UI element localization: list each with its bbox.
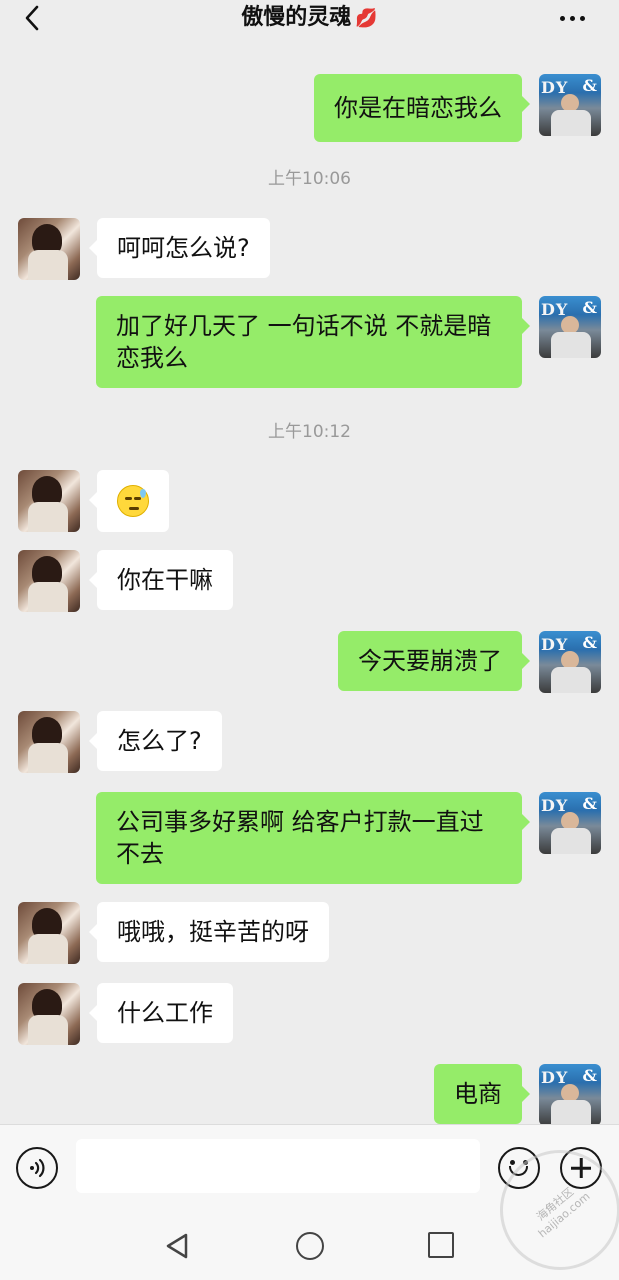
- avatar-figure: [551, 667, 591, 693]
- my-avatar[interactable]: DY &: [539, 1064, 601, 1124]
- avatar-figure: [28, 743, 68, 773]
- contact-avatar[interactable]: [18, 218, 80, 280]
- nav-recent-button[interactable]: [428, 1232, 454, 1258]
- their-message-bubble[interactable]: 呵呵怎么说?: [89, 218, 270, 278]
- chat-title: 傲慢的灵魂 💋: [0, 4, 619, 33]
- my-message-bubble[interactable]: 电商: [434, 1064, 530, 1124]
- avatar-figure: [28, 1015, 68, 1045]
- message-input-bar: [0, 1124, 619, 1212]
- avatar-text: DY: [541, 1068, 569, 1087]
- my-avatar[interactable]: DY &: [539, 631, 601, 693]
- avatar-figure: [551, 110, 591, 136]
- emoji-icon: [509, 1166, 528, 1176]
- my-message-bubble[interactable]: 公司事多好累啊 给客户打款一直过不去: [96, 792, 530, 884]
- avatar-text: &: [582, 298, 597, 317]
- emoji-icon: [523, 1160, 528, 1165]
- message-timestamp: 上午10:06: [268, 169, 351, 189]
- emoji-button[interactable]: [498, 1147, 540, 1189]
- more-button[interactable]: [555, 4, 589, 32]
- avatar-figure: [551, 828, 591, 854]
- emoji-icon: [510, 1160, 515, 1165]
- my-message-bubble[interactable]: 你是在暗恋我么: [314, 74, 530, 142]
- nav-back-button[interactable]: [164, 1232, 192, 1260]
- more-dot: [579, 15, 585, 21]
- avatar-figure: [28, 934, 68, 964]
- avatar-figure: [551, 332, 591, 358]
- system-nav-bar: [0, 1212, 619, 1280]
- chat-header: 傲慢的灵魂 💋: [0, 0, 619, 40]
- avatar-figure: [28, 502, 68, 532]
- contact-avatar[interactable]: [18, 470, 80, 532]
- voice-icon: [30, 1158, 45, 1178]
- avatar-text: DY: [541, 300, 569, 319]
- emoji-mouth: [129, 507, 139, 510]
- sweat-drop: [140, 489, 146, 498]
- contact-name: 傲慢的灵魂: [241, 5, 352, 30]
- avatar-text: &: [582, 1066, 597, 1085]
- avatar-text: DY: [541, 78, 569, 97]
- their-message-bubble[interactable]: 什么工作: [89, 983, 233, 1043]
- my-avatar[interactable]: DY &: [539, 792, 601, 854]
- contact-avatar[interactable]: [18, 711, 80, 773]
- their-message-bubble[interactable]: [89, 470, 169, 532]
- their-message-bubble[interactable]: 哦哦，挺辛苦的呀: [89, 902, 329, 962]
- contact-avatar[interactable]: [18, 550, 80, 612]
- their-message-bubble[interactable]: 你在干嘛: [89, 550, 233, 610]
- my-message-bubble[interactable]: 加了好几天了 一句话不说 不就是暗恋我么: [96, 296, 530, 388]
- avatar-figure: [551, 1100, 591, 1124]
- my-message-bubble[interactable]: 今天要崩溃了: [338, 631, 530, 691]
- lips-icon: 💋: [355, 8, 378, 29]
- nav-home-button[interactable]: [296, 1232, 324, 1260]
- contact-avatar[interactable]: [18, 983, 80, 1045]
- avatar-text: DY: [541, 635, 569, 654]
- voice-button[interactable]: [16, 1147, 58, 1189]
- message-text-input[interactable]: [76, 1139, 480, 1193]
- more-dot: [569, 15, 575, 21]
- chat-message-list[interactable]: 你是在暗恋我么 DY & 上午10:06 呵呵怎么说? 加了好几天了 一句话不说…: [0, 40, 619, 1124]
- nav-back-icon: [166, 1233, 188, 1259]
- avatar-figure: [28, 582, 68, 612]
- emoji-eye: [125, 497, 132, 500]
- avatar-text: &: [582, 76, 597, 95]
- contact-avatar[interactable]: [18, 902, 80, 964]
- plus-button[interactable]: [560, 1147, 602, 1189]
- their-message-bubble[interactable]: 怎么了?: [89, 711, 222, 771]
- more-dot: [559, 15, 565, 21]
- avatar-text: &: [582, 633, 597, 652]
- my-avatar[interactable]: DY &: [539, 74, 601, 136]
- avatar-figure: [28, 250, 68, 280]
- avatar-text: &: [582, 794, 597, 813]
- emoji-eye: [134, 497, 141, 500]
- sweat-smile-emoji-icon: [117, 485, 149, 517]
- message-timestamp: 上午10:12: [268, 422, 351, 442]
- avatar-text: DY: [541, 796, 569, 815]
- my-avatar[interactable]: DY &: [539, 296, 601, 358]
